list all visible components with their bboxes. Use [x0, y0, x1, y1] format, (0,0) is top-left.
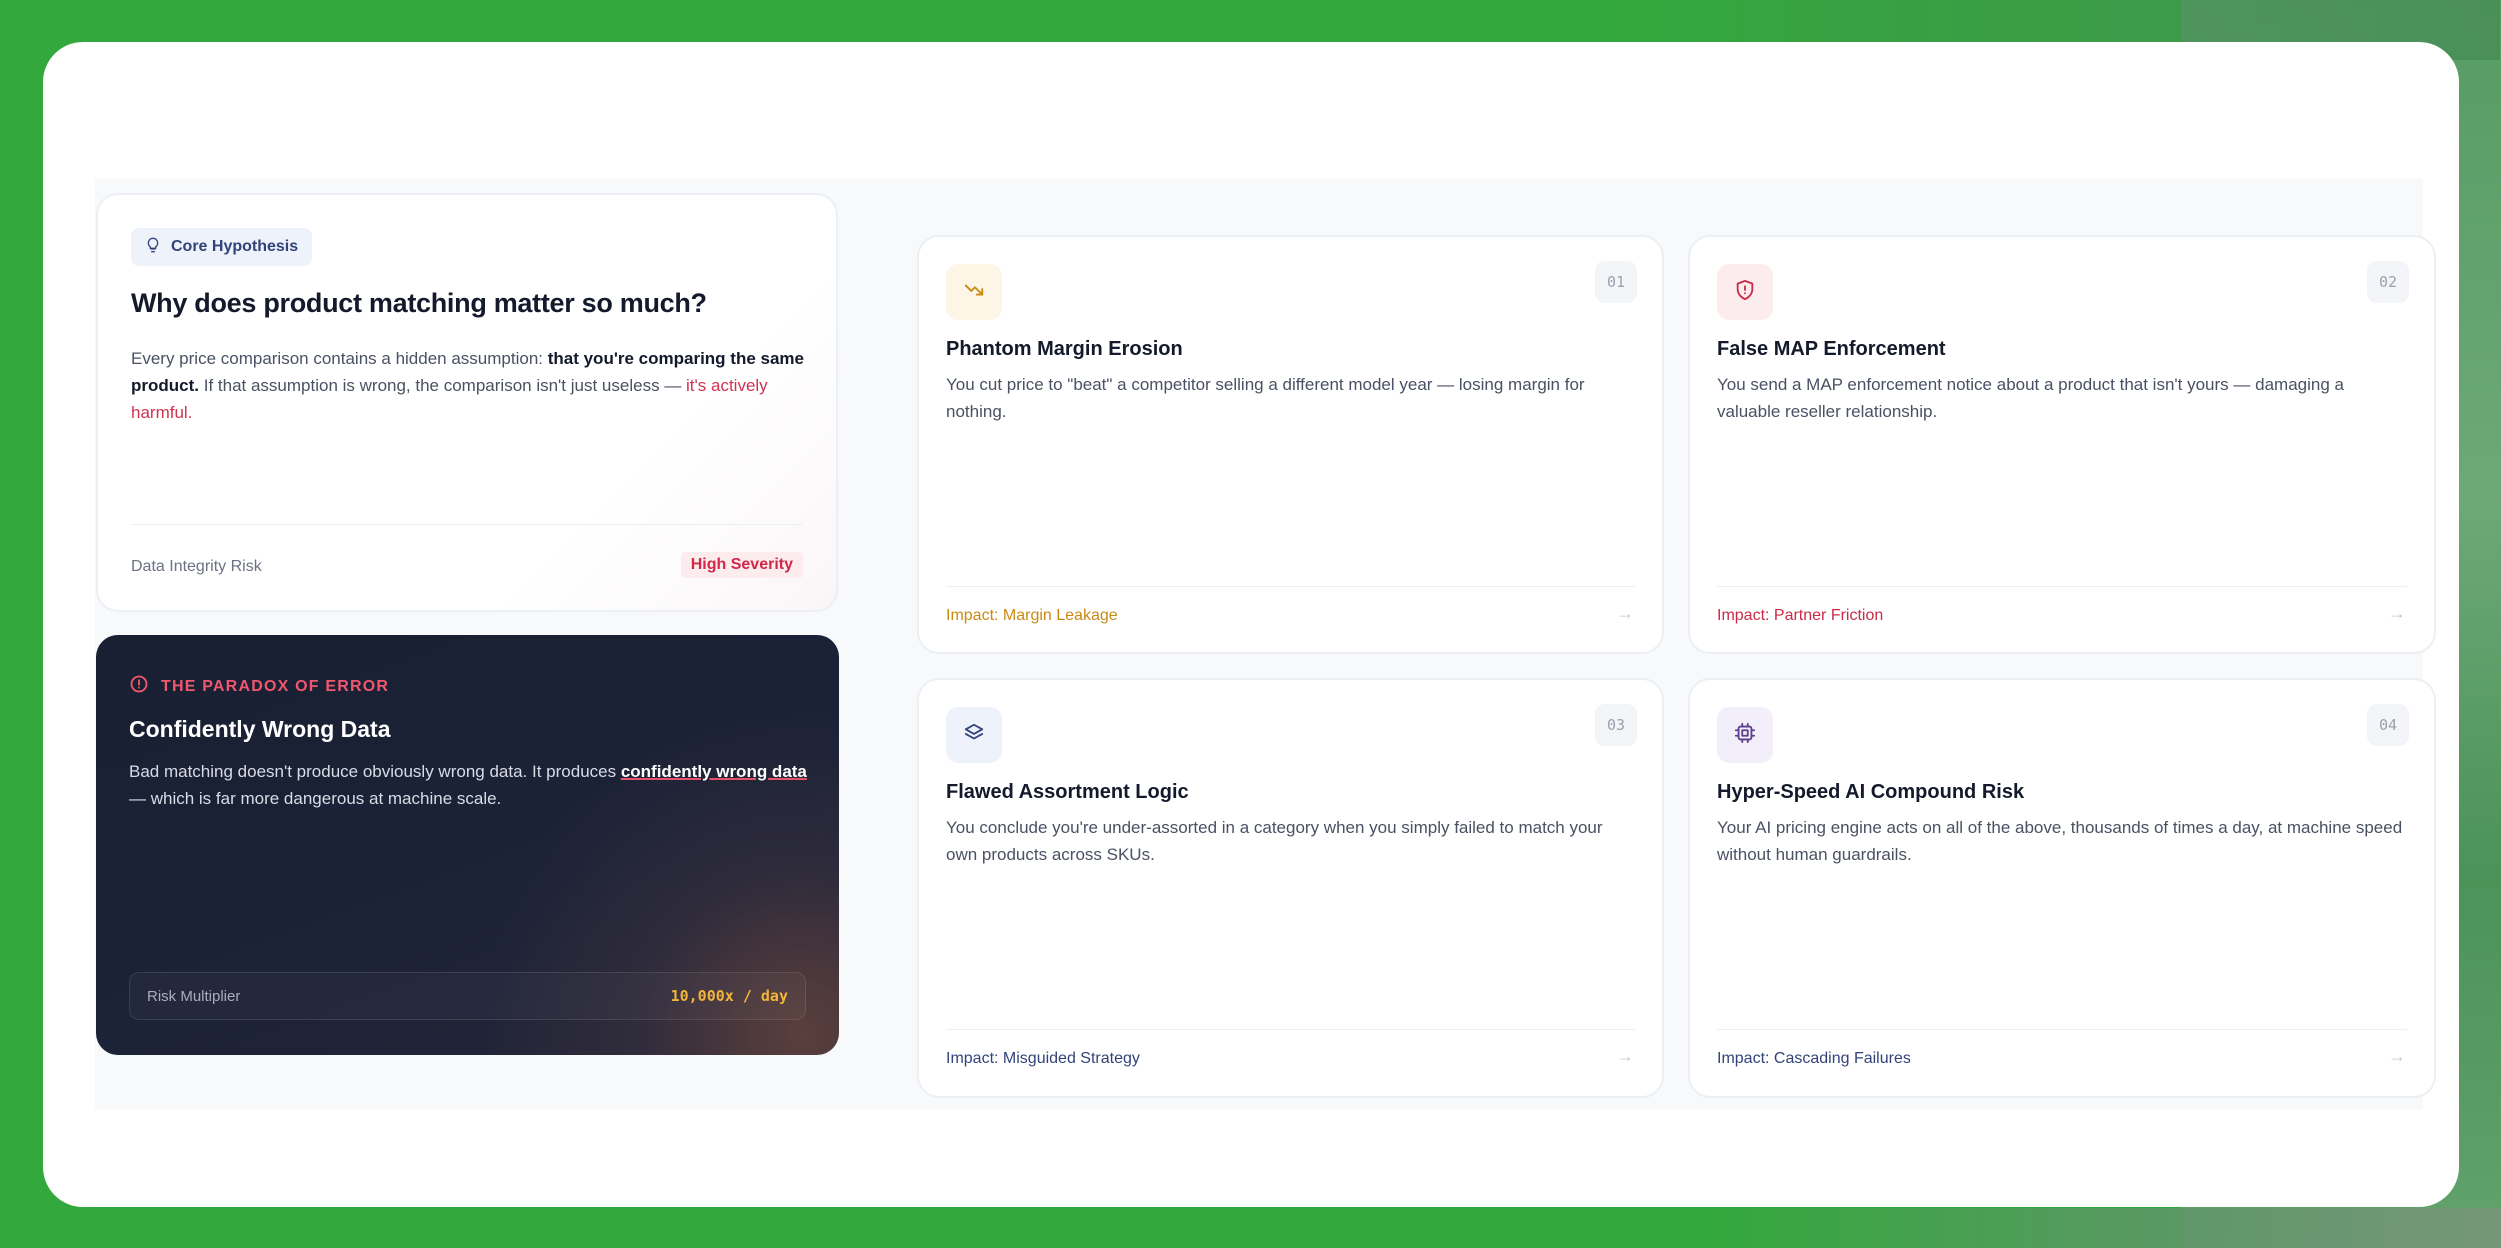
- lightbulb-icon: [145, 237, 161, 258]
- card-number: 03: [1595, 704, 1637, 746]
- icon-box: [946, 707, 1002, 763]
- slide-frame: Core Hypothesis Why does product matchin…: [43, 42, 2459, 1207]
- arrow-right-icon[interactable]: →: [2388, 603, 2406, 624]
- paradox-title: Confidently Wrong Data: [129, 716, 391, 742]
- body-text-2: If that assumption is wrong, the compari…: [199, 376, 687, 395]
- divider: [131, 524, 803, 525]
- content-stage: Core Hypothesis Why does product matchin…: [95, 178, 2436, 1110]
- divider: [1717, 1029, 2407, 1030]
- divider: [946, 586, 1635, 587]
- impact-card-3[interactable]: 03 Flawed Assortment Logic You conclude …: [917, 678, 1664, 1098]
- core-hypothesis-pill: Core Hypothesis: [131, 228, 313, 266]
- divider: [1717, 586, 2407, 587]
- layers-icon: [963, 722, 985, 749]
- alert-circle-icon: [129, 674, 149, 699]
- risk-value: 10,000x / day: [670, 987, 788, 1005]
- card-number: 04: [2367, 704, 2409, 746]
- divider: [946, 1029, 1635, 1030]
- card-body: Your AI pricing engine acts on all of th…: [1717, 818, 2403, 864]
- hypothesis-card: Core Hypothesis Why does product matchin…: [96, 193, 838, 612]
- impact-card-4[interactable]: 04 Hyper-Speed AI Compound Risk Your AI …: [1688, 678, 2436, 1098]
- trending-down-icon: [963, 279, 985, 306]
- card-body: You cut price to "beat" a competitor sel…: [946, 375, 1585, 421]
- pill-label: Core Hypothesis: [171, 238, 299, 255]
- risk-multiplier-bar: Risk Multiplier 10,000x / day: [129, 972, 806, 1020]
- impact-label: Impact: Partner Friction: [1717, 607, 1884, 624]
- shield-alert-icon: [1734, 279, 1756, 306]
- icon-box: [1717, 264, 1773, 320]
- severity-badge: High Severity: [680, 552, 803, 578]
- arrow-right-icon[interactable]: →: [1616, 603, 1634, 624]
- card-number: 01: [1595, 261, 1637, 303]
- background-blur-bottom: [1700, 1208, 2501, 1248]
- impact-label: Impact: Margin Leakage: [946, 607, 1118, 624]
- card-title: False MAP Enforcement: [1717, 338, 1946, 360]
- arrow-right-icon[interactable]: →: [2388, 1046, 2406, 1067]
- icon-box: [1717, 707, 1773, 763]
- hypothesis-body: Every price comparison contains a hidden…: [131, 345, 811, 426]
- card-title: Flawed Assortment Logic: [946, 781, 1189, 803]
- body-emphasis: confidently wrong data: [620, 762, 807, 781]
- card-body: You send a MAP enforcement notice about …: [1717, 375, 2344, 421]
- paradox-eyebrow: THE PARADOX OF ERROR: [129, 674, 389, 699]
- card-title: Phantom Margin Erosion: [946, 338, 1183, 360]
- data-integrity-label: Data Integrity Risk: [131, 558, 262, 575]
- card-title: Hyper-Speed AI Compound Risk: [1717, 781, 2025, 803]
- arrow-right-icon[interactable]: →: [1616, 1046, 1634, 1067]
- body-text: Every price comparison contains a hidden…: [131, 349, 548, 368]
- cpu-icon: [1734, 722, 1756, 749]
- body-text-2: — which is far more dangerous at machine…: [129, 789, 502, 808]
- body-text: Bad matching doesn't produce obviously w…: [129, 762, 621, 781]
- paradox-body: Bad matching doesn't produce obviously w…: [129, 758, 809, 812]
- impact-card-2[interactable]: 02 False MAP Enforcement You send a MAP …: [1688, 235, 2436, 654]
- risk-label: Risk Multiplier: [147, 988, 241, 1005]
- impact-label: Impact: Cascading Failures: [1717, 1050, 1911, 1067]
- eyebrow-label: THE PARADOX OF ERROR: [161, 677, 390, 695]
- icon-box: [946, 264, 1002, 320]
- hypothesis-title: Why does product matching matter so much…: [131, 288, 707, 318]
- card-number: 02: [2367, 261, 2409, 303]
- paradox-card: THE PARADOX OF ERROR Confidently Wrong D…: [96, 635, 839, 1055]
- impact-label: Impact: Misguided Strategy: [946, 1050, 1140, 1067]
- impact-card-1[interactable]: 01 Phantom Margin Erosion You cut price …: [917, 235, 1664, 654]
- card-body: You conclude you're under-assorted in a …: [946, 818, 1603, 864]
